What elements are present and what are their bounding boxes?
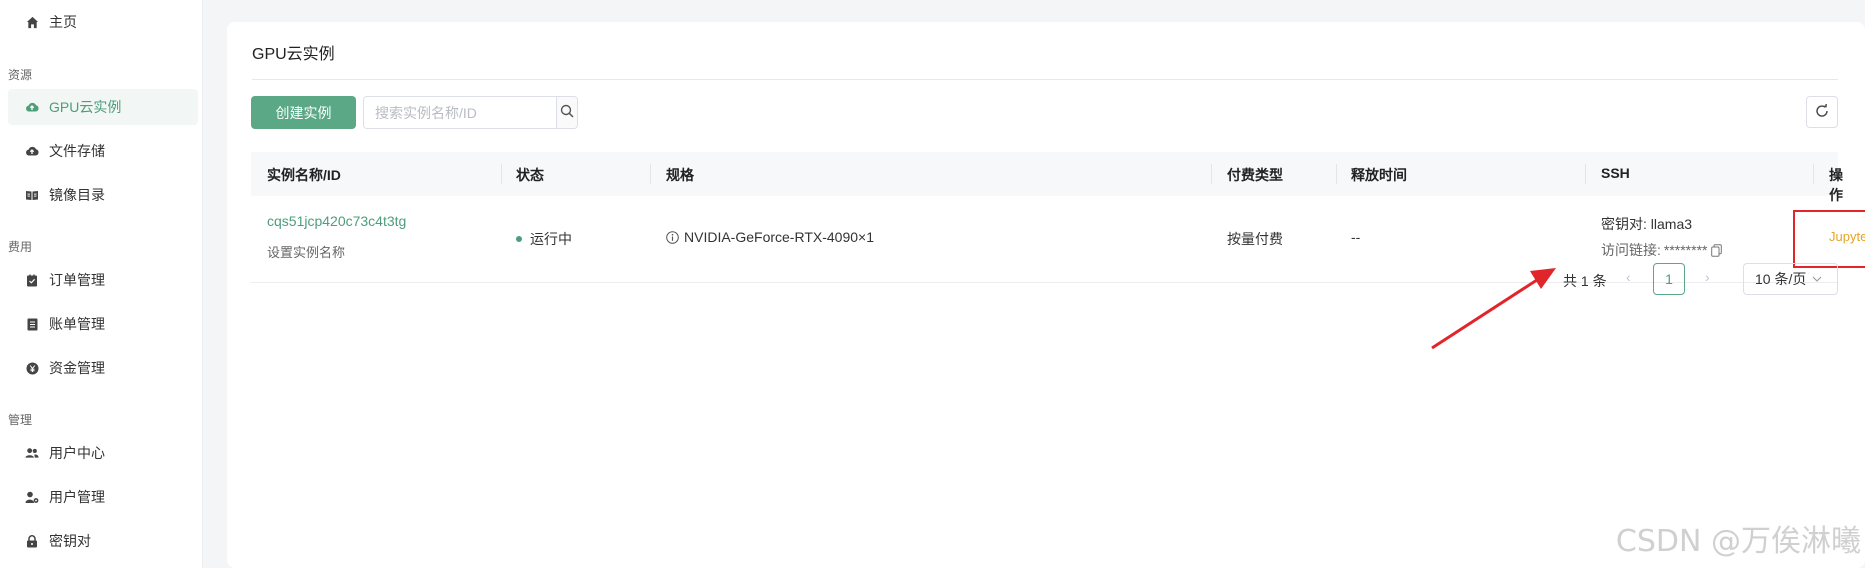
col-header-release: 释放时间 [1351,167,1407,183]
access-label: 访问链接: [1601,242,1661,258]
key-pair-value: llama3 [1650,216,1693,232]
info-icon[interactable] [666,230,679,244]
next-page-button[interactable]: › [1705,269,1710,285]
sidebar-group-admin: 管理 [8,413,33,427]
order-icon [25,273,39,287]
col-header-billing: 付费类型 [1227,167,1283,183]
sidebar-item-label: 镜像目录 [49,187,105,203]
col-header-name: 实例名称/ID [267,167,341,183]
page-size-value: 10 条/页 [1755,271,1807,287]
sidebar-item-label: 资金管理 [49,360,105,376]
home-icon [25,15,39,29]
instance-id-link[interactable]: cqs51jcp420c73c4t3tg [267,213,406,229]
sidebar-item-gpu-instances[interactable]: GPU云实例 [8,89,198,125]
chevron-right-icon: › [1705,269,1710,285]
col-divider [650,164,651,184]
col-divider [1336,164,1337,184]
access-value: ******** [1663,242,1708,258]
ssh-key-pair: 密钥对: llama3 [1601,214,1692,234]
cloud-icon [25,100,39,114]
col-divider [1211,164,1212,184]
users-icon [25,446,39,460]
sidebar-item-funds[interactable]: 资金管理 [8,350,198,386]
book-icon [25,188,39,202]
release-time: -- [1351,229,1361,245]
sidebar: 主页 资源 GPU云实例 文件存储 镜像目录 费用 订单管理 账单管理 资金管理… [0,0,203,568]
col-divider [501,164,502,184]
col-divider [1813,164,1814,184]
sidebar-item-user-mgmt[interactable]: 用户管理 [8,479,198,515]
refresh-icon [1814,103,1830,122]
sidebar-item-label: 文件存储 [49,143,105,159]
refresh-button[interactable] [1806,96,1838,128]
sidebar-item-label: 用户管理 [49,489,105,505]
sidebar-item-user-center[interactable]: 用户中心 [8,435,198,471]
ssh-access-link: 访问链接: ******** [1601,240,1723,260]
create-instance-button[interactable]: 创建实例 [251,96,356,129]
bill-icon [25,317,39,331]
sidebar-item-file-storage[interactable]: 文件存储 [8,133,198,169]
col-header-spec: 规格 [666,167,694,183]
cloud-upload-icon [25,144,39,158]
sidebar-item-home[interactable]: 主页 [8,4,198,40]
col-header-status: 状态 [516,167,544,183]
pagination-total: 共 1 条 [1563,273,1607,289]
key-pair-label: 密钥对: [1601,216,1647,232]
sidebar-item-bills[interactable]: 账单管理 [8,306,198,342]
copy-icon[interactable] [1711,243,1723,257]
sidebar-item-label: 主页 [49,14,77,30]
status-cell: 运行中 [516,229,572,249]
user-settings-icon [25,490,39,504]
title-divider [252,79,1838,80]
status-text: 运行中 [530,231,572,247]
chevron-left-icon: ‹ [1626,269,1631,285]
billing-type: 按量付费 [1227,231,1283,247]
table-header: 实例名称/ID 状态 规格 付费类型 释放时间 SSH 操作 [251,152,1843,203]
search-box [363,96,578,129]
search-button[interactable] [556,97,577,128]
set-instance-name-link[interactable]: 设置实例名称 [267,242,345,261]
sidebar-group-billing: 费用 [8,240,33,254]
main-card: GPU云实例 创建实例 实例名称/ID 状态 规格 付费类型 释放时间 SSH [227,22,1865,568]
spec-text: NVIDIA-GeForce-RTX-4090×1 [684,229,874,245]
col-divider [1585,164,1586,184]
watermark: CSDN @万俟淋曦 [1615,524,1861,559]
instances-table: 实例名称/ID 状态 规格 付费类型 释放时间 SSH 操作 cqs51jcp4… [251,152,1865,283]
page-size-select[interactable]: 10 条/页 [1743,263,1838,295]
col-header-ssh: SSH [1601,165,1630,181]
sidebar-item-orders[interactable]: 订单管理 [8,262,198,298]
chevron-down-icon [1812,276,1822,282]
yen-coin-icon [25,361,39,375]
highlight-annotation-box [1793,210,1865,268]
status-dot [516,236,522,243]
spec-cell: NVIDIA-GeForce-RTX-4090×1 [666,229,874,245]
search-icon [560,104,574,121]
sidebar-item-label: 账单管理 [49,316,105,332]
sidebar-item-image-catalog[interactable]: 镜像目录 [8,177,198,213]
table-row: cqs51jcp420c73c4t3tg 设置实例名称 运行中 NVIDIA-G… [251,196,1865,283]
lock-icon [25,534,39,548]
search-input[interactable] [364,97,556,128]
sidebar-item-label: 密钥对 [49,533,91,549]
sidebar-item-label: GPU云实例 [49,99,122,115]
sidebar-group-resources: 资源 [8,68,33,82]
page-number-button[interactable]: 1 [1653,263,1685,295]
sidebar-item-label: 用户中心 [49,445,105,461]
prev-page-button[interactable]: ‹ [1626,269,1631,285]
page-title: GPU云实例 [252,46,335,63]
sidebar-item-key-pairs[interactable]: 密钥对 [8,523,198,559]
sidebar-item-label: 订单管理 [49,272,105,288]
